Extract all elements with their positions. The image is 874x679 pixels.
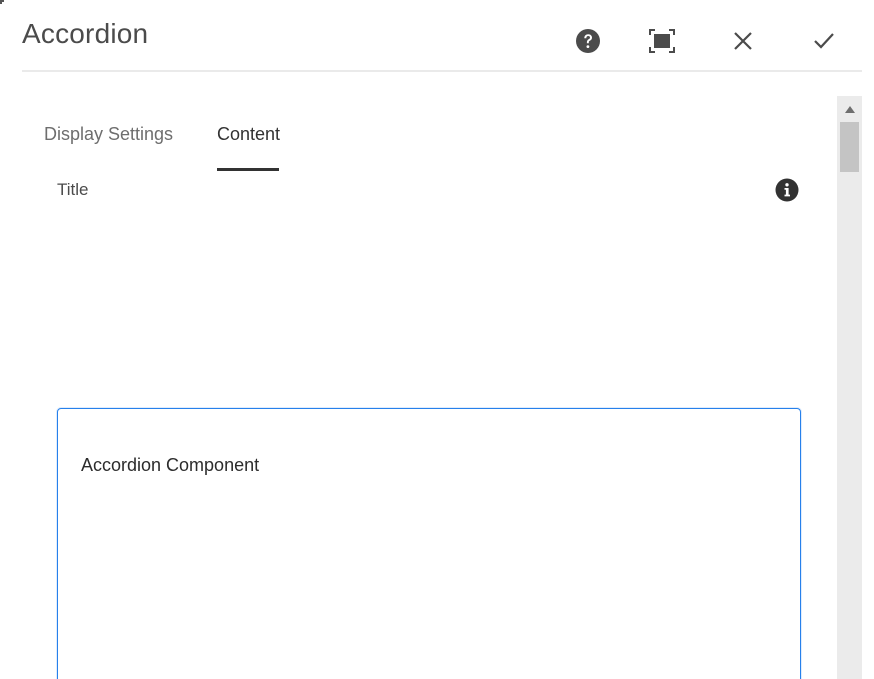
vertical-scrollbar[interactable] — [837, 96, 862, 679]
window-corner — [0, 0, 4, 4]
close-button[interactable] — [726, 24, 760, 58]
active-tab-indicator — [217, 168, 279, 171]
tab-display-settings[interactable]: Display Settings — [44, 124, 173, 165]
done-button[interactable] — [807, 24, 841, 58]
info-icon[interactable] — [775, 178, 799, 202]
title-rich-text-editor[interactable]: Accordion Component — [57, 408, 801, 679]
dialog-header: Accordion — [22, 0, 862, 72]
accordion-dialog: Accordion Display Settings Content Title… — [0, 0, 874, 679]
close-icon — [734, 32, 752, 50]
done-check-icon — [814, 33, 834, 49]
tab-content[interactable]: Content — [217, 124, 280, 165]
help-icon — [576, 29, 600, 53]
title-text-value[interactable]: Accordion Component — [81, 455, 259, 476]
scroll-up-arrow[interactable] — [837, 100, 862, 118]
dialog-title: Accordion — [22, 18, 149, 49]
scrollbar-thumb[interactable] — [840, 122, 859, 172]
fullscreen-button[interactable] — [645, 24, 679, 58]
help-button[interactable] — [571, 24, 605, 58]
fullscreen-icon — [649, 29, 675, 53]
title-field-label: Title — [57, 180, 89, 199]
triangle-up-icon — [844, 105, 855, 113]
